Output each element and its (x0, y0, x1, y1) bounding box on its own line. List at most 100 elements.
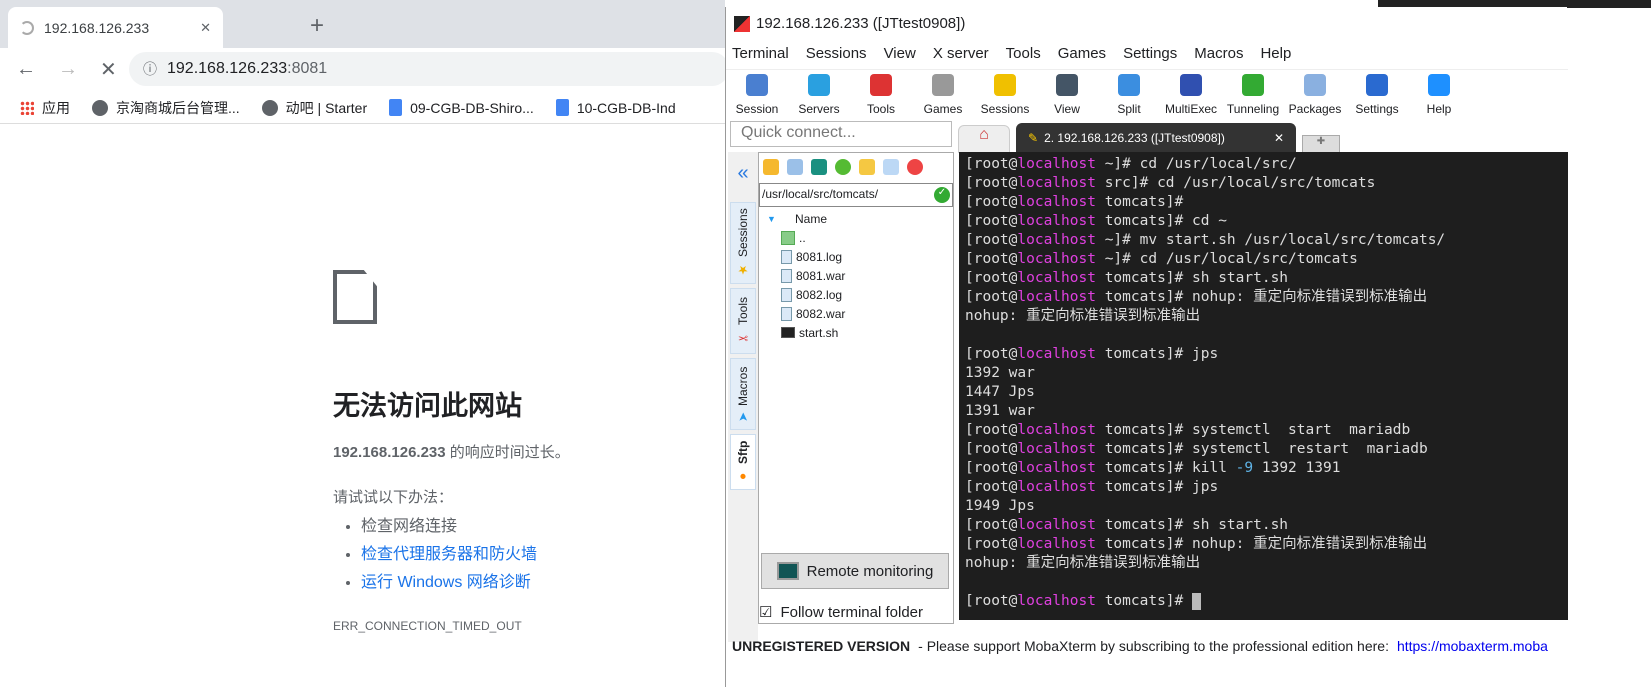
parent-folder-icon[interactable] (763, 159, 779, 175)
bookmark-dongba[interactable]: 动吧 | Starter (261, 98, 367, 118)
file-row[interactable]: .. (767, 228, 953, 247)
suggestion-link[interactable]: 运行 Windows 网络诊断 (361, 569, 570, 597)
suggestion-link[interactable]: 检查代理服务器和防火墙 (361, 541, 570, 569)
menu-xserver[interactable]: X server (933, 45, 989, 62)
split-icon (1118, 74, 1140, 96)
new-tab-button[interactable]: + (310, 12, 324, 40)
quick-connect-input[interactable]: Quick connect... (730, 121, 952, 147)
file-row[interactable]: start.sh (767, 323, 953, 342)
menu-bar: Terminal Sessions View X server Tools Ga… (732, 45, 1291, 62)
file-icon (781, 268, 792, 283)
home-tab[interactable]: ⌂ (958, 125, 1010, 153)
toolbar-servers-button[interactable]: Servers (788, 70, 850, 121)
terminal-line (965, 573, 1562, 592)
info-icon[interactable]: ⓘ (143, 59, 157, 79)
command-text: jps (1192, 346, 1219, 362)
prompt-dir: tomcats]# (1095, 422, 1192, 438)
forward-icon[interactable]: → (58, 58, 78, 81)
suggestion-list: 检查网络连接 检查代理服务器和防火墙 运行 Windows 网络诊断 (361, 513, 570, 597)
menu-tools[interactable]: Tools (1006, 45, 1041, 62)
side-tab-sftp[interactable]: ● Sftp (730, 434, 756, 490)
bookmark-10[interactable]: 10-CGB-DB-Ind (555, 99, 676, 116)
menu-sessions[interactable]: Sessions (806, 45, 867, 62)
prompt-dir: tomcats]# (1095, 289, 1192, 305)
command-text: cd /usr/local/src/tomcats (1139, 251, 1358, 267)
prompt-host: localhost (1017, 422, 1096, 438)
terminal-line: [root@localhost tomcats]# (965, 592, 1562, 611)
terminal-line: 1392 war (965, 364, 1562, 383)
file-row[interactable]: 8082.war (767, 304, 953, 323)
toolbar-label: Tunneling (1226, 102, 1280, 116)
menu-terminal[interactable]: Terminal (732, 45, 789, 62)
terminal-output[interactable]: [root@localhost ~]# cd /usr/local/src/[r… (959, 152, 1568, 620)
close-tab-icon[interactable]: ✕ (200, 20, 211, 36)
toolbar-packages-button[interactable]: Packages (1284, 70, 1346, 121)
toolbar-multiexec-button[interactable]: MultiExec (1160, 70, 1222, 121)
bookmark-jingtao[interactable]: 京淘商城后台管理... (92, 98, 240, 118)
command-text: cd /usr/local/src/tomcats (1157, 175, 1376, 191)
error-host: 192.168.126.233 (333, 444, 446, 461)
url-port: :8081 (287, 60, 328, 77)
terminal-line: [root@localhost tomcats]# sh start.sh (965, 269, 1562, 288)
window-title: 192.168.126.233 ([JTtest0908]) (734, 15, 965, 32)
side-tab-sessions[interactable]: ★ Sessions (730, 202, 756, 284)
file-row[interactable]: 8082.log (767, 285, 953, 304)
upload-icon[interactable] (811, 159, 827, 175)
new-folder-icon[interactable] (859, 159, 875, 175)
toolbar-split-button[interactable]: Split (1098, 70, 1160, 121)
file-row[interactable]: 8081.war (767, 266, 953, 285)
toolbar-sessions-button[interactable]: Sessions (974, 70, 1036, 121)
back-icon[interactable]: ← (16, 58, 36, 81)
close-tab-icon[interactable]: ✕ (1274, 131, 1284, 145)
network-diagnostics-link[interactable]: 运行 Windows 网络诊断 (361, 574, 531, 591)
name-column-header[interactable]: Name (795, 212, 827, 226)
toolbar-tools-button[interactable]: Tools (850, 70, 912, 121)
new-file-icon[interactable] (883, 159, 899, 175)
toolbar-label: Servers (798, 102, 840, 116)
command-text: mv start.sh /usr/local/src/tomcats/ (1139, 232, 1446, 248)
refresh-icon[interactable] (835, 159, 851, 175)
toolbar-settings-button[interactable]: Settings (1346, 70, 1408, 121)
toolbar-games-button[interactable]: Games (912, 70, 974, 121)
settings-icon (1366, 74, 1388, 96)
toolbar-session-button[interactable]: Session (726, 70, 788, 121)
mobaxterm-link[interactable]: https://mobaxterm.moba (1397, 638, 1548, 654)
menu-help[interactable]: Help (1260, 45, 1291, 62)
menu-view[interactable]: View (884, 45, 916, 62)
address-bar[interactable]: ⓘ 192.168.126.233:8081 (129, 52, 729, 86)
remote-monitoring-button[interactable]: Remote monitoring (761, 553, 949, 589)
toolbar-help-button[interactable]: Help (1408, 70, 1470, 121)
bookmark-apps[interactable]: 应用 (20, 98, 70, 118)
prompt-dir: ~]# (1095, 232, 1140, 248)
toolbar-tunneling-button[interactable]: Tunneling (1222, 70, 1284, 121)
toolbar-view-button[interactable]: View (1036, 70, 1098, 121)
stop-icon[interactable]: ✕ (100, 57, 117, 82)
bookmark-09[interactable]: 09-CGB-DB-Shiro... (389, 99, 534, 116)
menu-games[interactable]: Games (1058, 45, 1106, 62)
side-tab-macros[interactable]: ➤ Macros (730, 358, 756, 430)
star-icon: ★ (736, 263, 750, 278)
follow-terminal-folder-checkbox[interactable]: ☑ Follow terminal folder (759, 603, 923, 622)
proxy-firewall-link[interactable]: 检查代理服务器和防火墙 (361, 546, 537, 563)
download-icon[interactable] (787, 159, 803, 175)
delete-icon[interactable] (907, 159, 923, 175)
prompt-dir: tomcats]# (1095, 213, 1192, 229)
confirm-path-icon[interactable]: ✓ (934, 187, 950, 203)
toolbar-label: Sessions (980, 102, 1030, 116)
browser-tab[interactable]: 192.168.126.233 ✕ (8, 7, 223, 48)
file-row[interactable]: 8081.log (767, 247, 953, 266)
terminal-tab[interactable]: ✎ 2. 192.168.126.233 ([JTtest0908]) ✕ (1016, 123, 1296, 153)
file-name: .. (799, 230, 806, 245)
terminal-line: [root@localhost tomcats]# jps (965, 478, 1562, 497)
menu-macros[interactable]: Macros (1194, 45, 1243, 62)
menu-settings[interactable]: Settings (1123, 45, 1177, 62)
prompt-host: localhost (1017, 156, 1096, 172)
multiexec-icon (1180, 74, 1202, 96)
collapse-icon[interactable]: « (728, 162, 758, 185)
prompt-user: [root@ (965, 536, 1018, 552)
new-tab-button[interactable]: ✚ (1302, 135, 1340, 153)
try-label: 请试试以下办法： (333, 489, 454, 506)
file-icon (781, 306, 792, 321)
side-tab-tools[interactable]: ✂ Tools (730, 288, 756, 354)
sftp-path-input[interactable]: /usr/local/src/tomcats/ ✓ (759, 183, 953, 207)
